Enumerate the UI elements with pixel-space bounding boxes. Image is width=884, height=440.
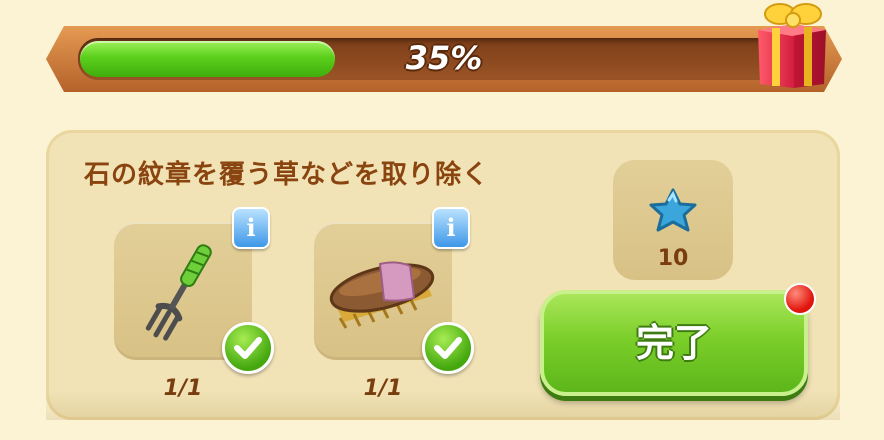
check-icon [222, 322, 274, 374]
reward-count: 10 [657, 246, 689, 271]
task-title: 石の紋章を覆う草などを取り除く [84, 160, 490, 190]
progress-percent: 35% [405, 39, 483, 77]
progress-bar: 35% [46, 26, 842, 92]
blue-star-icon [649, 188, 697, 232]
check-icon [422, 322, 474, 374]
item-count-2: 1/1 [363, 376, 403, 401]
notification-dot [784, 283, 816, 315]
item-count-1: 1/1 [163, 376, 203, 401]
gift-box-icon[interactable] [752, 0, 832, 92]
info-button-2[interactable]: i [432, 207, 470, 249]
complete-button[interactable]: 完了 [540, 290, 808, 396]
info-button-1[interactable]: i [232, 207, 270, 249]
